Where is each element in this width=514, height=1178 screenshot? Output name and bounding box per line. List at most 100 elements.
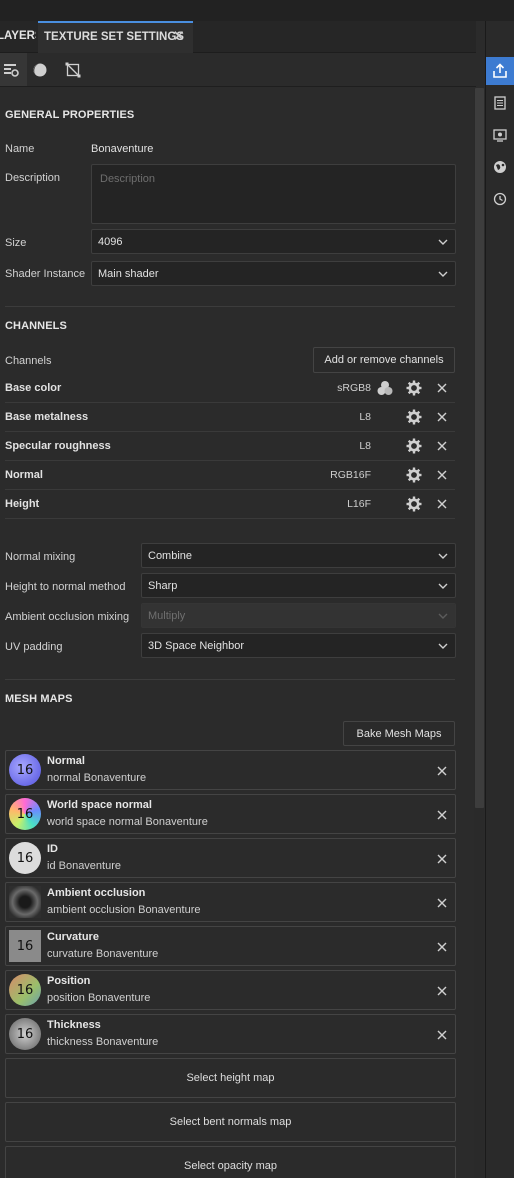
channel-name: Base color — [5, 382, 62, 394]
channel-format[interactable]: L8 — [359, 440, 371, 452]
gear-icon[interactable] — [406, 467, 422, 483]
select-bent-normals-map-button[interactable]: Select bent normals map — [5, 1102, 456, 1142]
remove-channel-icon[interactable] — [436, 411, 448, 423]
display-settings-icon[interactable] — [486, 121, 514, 149]
channel-format[interactable]: RGB16F — [330, 469, 371, 481]
shader-instance-value: Main shader — [98, 267, 159, 280]
shader-instance-select[interactable]: Main shader — [91, 261, 456, 286]
description-field[interactable]: Description — [91, 164, 456, 224]
chevron-down-icon — [438, 583, 448, 589]
normal-mixing-label: Normal mixing — [5, 551, 76, 563]
channel-name: Height — [5, 498, 40, 510]
ao-mixing-select: Multiply — [141, 603, 456, 628]
mesh-map-title: Ambient occlusion — [47, 887, 146, 899]
history-icon[interactable] — [486, 185, 514, 213]
uv-crop-icon[interactable] — [56, 53, 89, 86]
mesh-map-subtitle: position Bonaventure — [47, 992, 151, 1004]
uv-padding-select[interactable]: 3D Space Neighbor — [141, 633, 456, 658]
uv-padding-value: 3D Space Neighbor — [148, 639, 245, 652]
mesh-map-card-normal[interactable]: 16 Normal normal Bonaventure — [5, 750, 456, 790]
size-label: Size — [5, 237, 27, 249]
window-top-strip — [0, 0, 514, 21]
add-remove-channels-button[interactable]: Add or remove channels — [313, 347, 455, 373]
mesh-maps-title: MESH MAPS — [5, 693, 73, 705]
tab-bar: LAYERS TEXTURE SET SETTINGS ✕ — [0, 21, 476, 53]
chevron-down-icon — [438, 613, 448, 619]
remove-mesh-map-icon[interactable] — [436, 1029, 448, 1041]
document-icon[interactable] — [486, 89, 514, 117]
mesh-map-title: Normal — [47, 755, 85, 767]
tab-layers[interactable]: LAYERS — [0, 21, 36, 53]
chevron-down-icon — [438, 643, 448, 649]
color-profile-icon[interactable] — [377, 380, 393, 396]
mesh-map-subtitle: curvature Bonaventure — [47, 948, 159, 960]
channel-row: Specular roughness L8 — [5, 432, 455, 461]
remove-channel-icon[interactable] — [436, 382, 448, 394]
channel-row: Height L16F — [5, 490, 455, 519]
mesh-map-card-curvature[interactable]: 16 Curvature curvature Bonaventure — [5, 926, 456, 966]
mesh-map-card-ambient-occlusion[interactable]: Ambient occlusion ambient occlusion Bona… — [5, 882, 456, 922]
remove-mesh-map-icon[interactable] — [436, 853, 448, 865]
size-select[interactable]: 4096 — [91, 229, 456, 254]
mesh-map-card-world-space-normal[interactable]: 16 World space normal world space normal… — [5, 794, 456, 834]
mesh-map-title: World space normal — [47, 799, 152, 811]
mesh-map-card-id[interactable]: 16 ID id Bonaventure — [5, 838, 456, 878]
normal-mixing-select[interactable]: Combine — [141, 543, 456, 568]
tab-texture-set-settings[interactable]: TEXTURE SET SETTINGS ✕ — [38, 21, 193, 53]
mesh-map-card-position[interactable]: 16 Position position Bonaventure — [5, 970, 456, 1010]
name-label: Name — [5, 143, 35, 155]
panel-scrollbar[interactable] — [474, 88, 484, 1178]
tab-texture-set-settings-label: TEXTURE SET SETTINGS — [44, 31, 184, 43]
channel-name: Specular roughness — [5, 440, 111, 452]
channel-row: Base color sRGB8 — [5, 374, 455, 403]
scrollbar-thumb[interactable] — [475, 88, 484, 808]
gear-icon[interactable] — [406, 380, 422, 396]
texture-set-settings-panel: GENERAL PROPERTIES Name Bonaventure Desc… — [0, 88, 472, 1178]
remove-mesh-map-icon[interactable] — [436, 765, 448, 777]
mesh-map-subtitle: normal Bonaventure — [47, 772, 147, 784]
channels-label: Channels — [5, 355, 52, 367]
globe-icon[interactable] — [486, 153, 514, 181]
right-toolbar — [486, 21, 514, 1178]
select-opacity-map-button[interactable]: Select opacity map — [5, 1146, 456, 1178]
mesh-map-thumbnail: 16 — [9, 974, 41, 1006]
channel-format[interactable]: L8 — [359, 411, 371, 423]
height-to-normal-select[interactable]: Sharp — [141, 573, 456, 598]
channel-name: Normal — [5, 469, 43, 481]
channel-name: Base metalness — [5, 411, 89, 423]
section-divider — [5, 306, 455, 307]
channel-format[interactable]: L16F — [347, 498, 371, 510]
remove-channel-icon[interactable] — [436, 440, 448, 452]
description-label: Description — [5, 172, 61, 184]
uv-padding-label: UV padding — [5, 641, 63, 653]
mesh-map-thumbnail: 16 — [9, 754, 41, 786]
channel-format[interactable]: sRGB8 — [337, 382, 371, 394]
name-value[interactable]: Bonaventure — [91, 143, 153, 155]
height-to-normal-value: Sharp — [148, 579, 178, 592]
remove-mesh-map-icon[interactable] — [436, 809, 448, 821]
gear-icon[interactable] — [406, 409, 422, 425]
mesh-map-subtitle: world space normal Bonaventure — [47, 816, 208, 828]
mesh-map-title: Curvature — [47, 931, 99, 943]
bake-mesh-maps-button[interactable]: Bake Mesh Maps — [343, 721, 455, 746]
chevron-down-icon — [438, 553, 448, 559]
mesh-map-title: Position — [47, 975, 91, 987]
channels-title: CHANNELS — [5, 320, 67, 332]
mesh-map-thumbnail: 16 — [9, 930, 41, 962]
size-select-value: 4096 — [98, 235, 123, 248]
remove-channel-icon[interactable] — [436, 469, 448, 481]
remove-mesh-map-icon[interactable] — [436, 985, 448, 997]
normal-mixing-value: Combine — [148, 549, 193, 562]
remove-channel-icon[interactable] — [436, 498, 448, 510]
close-icon[interactable]: ✕ — [172, 23, 185, 51]
export-icon[interactable] — [486, 57, 514, 85]
mesh-map-thumbnail: 16 — [9, 842, 41, 874]
mesh-map-card-thickness[interactable]: 16 Thickness thickness Bonaventure — [5, 1014, 456, 1054]
remove-mesh-map-icon[interactable] — [436, 941, 448, 953]
select-height-map-button[interactable]: Select height map — [5, 1058, 456, 1098]
remove-mesh-map-icon[interactable] — [436, 897, 448, 909]
mesh-map-subtitle: thickness Bonaventure — [47, 1036, 159, 1048]
gear-icon[interactable] — [406, 496, 422, 512]
gear-icon[interactable] — [406, 438, 422, 454]
sphere-icon[interactable] — [23, 53, 56, 86]
